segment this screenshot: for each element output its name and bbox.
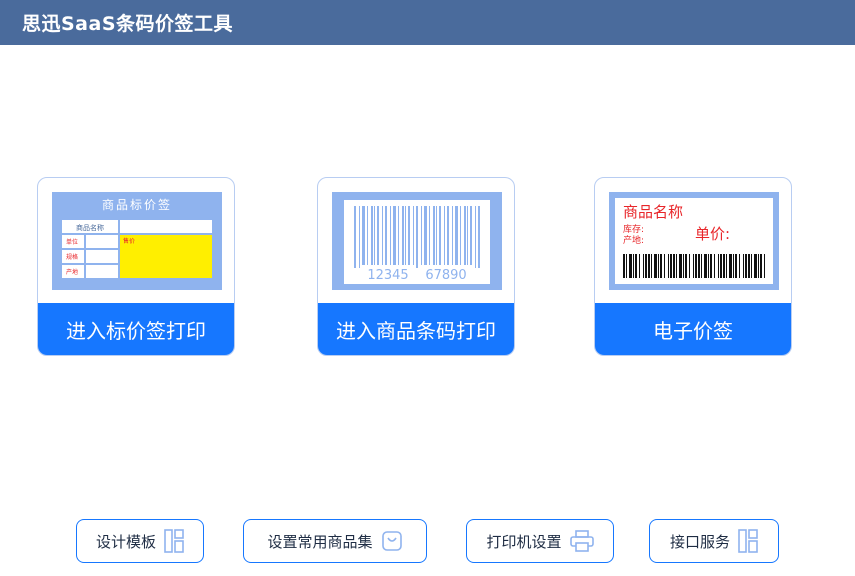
price-tag-print-card[interactable]: 商品标价签 商品名称 单位 规格 产地 售价 进入标价签打印 <box>37 177 235 356</box>
barcode-print-card[interactable]: 12345 67890 进入商品条码打印 <box>317 177 515 356</box>
electronic-label-name: 商品名称 <box>623 203 683 221</box>
barcode-number-left: 12345 <box>367 268 408 283</box>
electronic-label-label: 电子价签 <box>595 303 791 355</box>
common-goods-label: 设置常用商品集 <box>267 532 373 551</box>
electronic-label-stock: 库存: <box>623 223 644 235</box>
printer-settings-label: 打印机设置 <box>486 532 562 551</box>
price-tag-heading: 商品标价签 <box>102 197 172 212</box>
barcode-print-label: 进入商品条码打印 <box>318 303 514 355</box>
app-title: 思迅SaaS条码价签工具 <box>22 13 234 35</box>
price-tag-preview: 商品标价签 商品名称 单位 规格 产地 售价 <box>52 192 222 290</box>
printer-settings-button[interactable]: 打印机设置 <box>466 519 614 563</box>
title-bar: 思迅SaaS条码价签工具 <box>0 0 855 45</box>
electronic-label-card[interactable]: 商品名称 库存: 产地: 单价: 电子价签 <box>594 177 792 356</box>
barcode-number-right: 67890 <box>425 268 466 283</box>
design-template-button[interactable]: 设计模板 <box>76 519 204 563</box>
price-tag-print-label: 进入标价签打印 <box>38 303 234 355</box>
printer-icon <box>569 530 594 552</box>
field-name-label: 商品名称 <box>76 223 104 232</box>
field-spec-label: 规格 <box>66 253 78 261</box>
api-service-button[interactable]: 接口服务 <box>649 519 779 563</box>
layout-icon <box>738 529 758 553</box>
field-price-label: 售价 <box>123 237 135 245</box>
layout-icon <box>164 529 184 553</box>
field-origin-label: 产地 <box>66 268 78 276</box>
barcode-preview: 12345 67890 <box>332 192 502 290</box>
electronic-label-preview: 商品名称 库存: 产地: 单价: <box>609 192 779 290</box>
bag-icon <box>381 531 402 551</box>
common-goods-button[interactable]: 设置常用商品集 <box>243 519 427 563</box>
api-service-label: 接口服务 <box>669 532 730 551</box>
field-unit-label: 单位 <box>66 238 78 246</box>
electronic-label-origin: 产地: <box>623 234 644 246</box>
electronic-label-price: 单价: <box>695 225 730 243</box>
design-template-label: 设计模板 <box>95 532 156 551</box>
